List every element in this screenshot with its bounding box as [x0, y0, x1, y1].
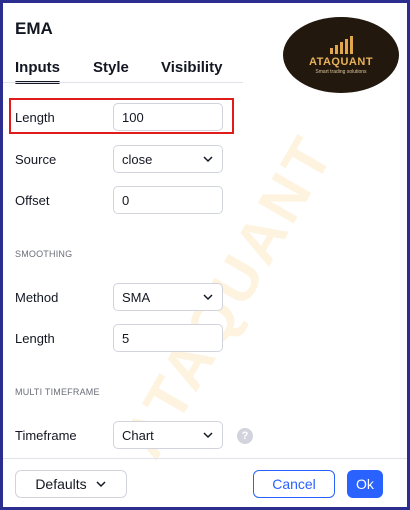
- tab-divider: [3, 82, 243, 83]
- tab-style[interactable]: Style: [93, 59, 129, 76]
- source-value: close: [122, 151, 153, 167]
- smoothing-section-title: SMOOTHING: [15, 249, 73, 259]
- tab-inputs[interactable]: Inputs: [15, 59, 60, 84]
- method-label: Method: [15, 290, 59, 305]
- chart-bars-icon: [329, 35, 353, 54]
- defaults-button[interactable]: Defaults: [15, 470, 127, 498]
- chevron-down-icon: [96, 481, 106, 488]
- method-value: SMA: [122, 289, 151, 305]
- length-input[interactable]: 100: [113, 103, 223, 131]
- offset-input[interactable]: 0: [113, 186, 223, 214]
- smoothing-length-label: Length: [15, 331, 55, 346]
- brand-logo: ATAQUANT Smart trading solutions: [283, 17, 399, 93]
- logo-tagline: Smart trading solutions: [315, 68, 367, 75]
- smoothing-length-input[interactable]: 5: [113, 324, 223, 352]
- method-select[interactable]: SMA: [113, 283, 223, 311]
- timeframe-value: Chart: [122, 427, 154, 443]
- help-icon[interactable]: ?: [237, 428, 253, 444]
- multi-timeframe-section-title: MULTI TIMEFRAME: [15, 387, 100, 397]
- timeframe-label: Timeframe: [15, 428, 77, 443]
- smoothing-length-value: 5: [122, 330, 130, 346]
- defaults-label: Defaults: [35, 476, 87, 492]
- chevron-down-icon: [203, 294, 213, 301]
- chevron-down-icon: [203, 432, 213, 439]
- tab-visibility[interactable]: Visibility: [161, 59, 222, 76]
- cancel-button[interactable]: Cancel: [253, 470, 335, 498]
- chevron-down-icon: [203, 156, 213, 163]
- ok-button[interactable]: Ok: [347, 470, 383, 498]
- source-label: Source: [15, 152, 57, 167]
- dialog-title: EMA: [15, 19, 53, 38]
- offset-value: 0: [122, 192, 130, 208]
- indicator-settings-dialog: ATAQUANT EMA ATAQUANT Smart trading solu…: [0, 0, 410, 510]
- length-label: Length: [15, 110, 55, 125]
- length-value: 100: [122, 109, 144, 125]
- offset-label: Offset: [15, 193, 50, 208]
- source-select[interactable]: close: [113, 145, 223, 173]
- footer-divider: [3, 458, 407, 459]
- logo-text: ATAQUANT: [308, 55, 374, 68]
- timeframe-select[interactable]: Chart: [113, 421, 223, 449]
